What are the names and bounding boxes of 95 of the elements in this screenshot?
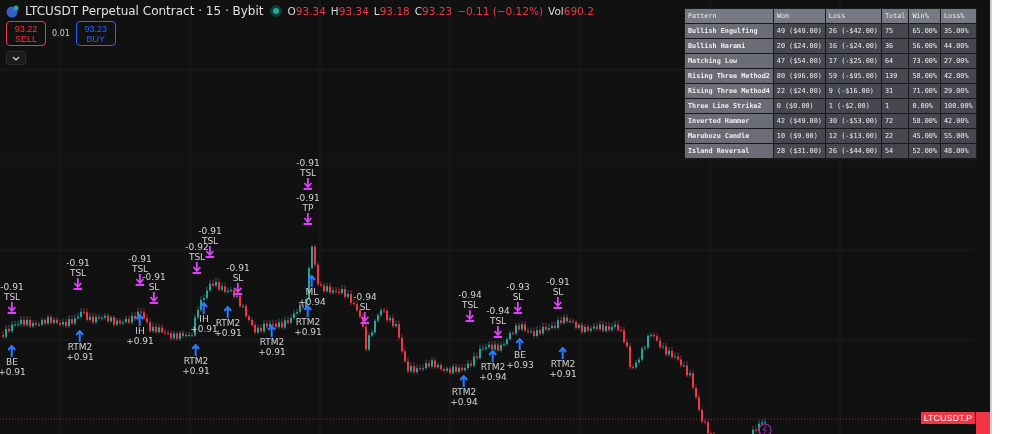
trade-exit-label: TSL [461,300,479,310]
exit-arrow-icon [303,213,313,225]
trade-entry-label: RTM2 [480,362,506,372]
trade-exit-label: TSL [69,268,87,278]
ohlc-key: C [414,5,423,17]
trade-exit-label: SL [232,273,244,283]
price-axis-marker [976,412,990,434]
trade-exit-label: TP [302,203,314,213]
sell-button[interactable]: 93.22 SELL [6,21,46,46]
trade-exit-label: SL [359,302,371,312]
exit-arrow-icon [233,283,243,295]
trade-exit-label: TSL [131,264,149,274]
trade-entry-label: +0.91 [0,367,26,377]
trade-entry-label: RTM2 [295,317,321,327]
trade-entry-label: RTM2 [259,337,285,347]
trade-exit-label: -0.94 [458,290,482,300]
exit-arrow-icon [192,262,202,274]
trade-entry-label: RTM2 [550,359,576,369]
trade-exit-label: -0.91 [296,158,320,168]
trade-entry-label: IH [135,326,145,336]
trade-exit-label: -0.93 [506,282,530,292]
trade-exit-label: -0.91 [546,277,570,287]
entry-arrow-icon [558,347,568,359]
trade-entry-label: +0.91 [294,327,322,337]
trade-exit-label: -0.91 [0,282,24,292]
trade-entry-label: +0.94 [479,372,507,382]
trade-exit-label: -0.91 [226,263,250,273]
trade-entry-label: +0.91 [549,369,577,379]
market-status-icon [269,5,282,17]
trade-entry-label: RTM2 [67,342,93,352]
lightning-alert-icon[interactable] [758,423,772,434]
trade-entry-label: +0.93 [506,360,534,370]
entry-arrow-icon [223,306,233,318]
ohlc-value: 93.34 [338,5,369,17]
exit-arrow-icon [465,310,475,322]
trade-entry-label: RTM2 [183,356,209,366]
trade-exit-label: TSL [299,168,317,178]
symbol-title: LTCUSDT Perpetual Contract · 15 · Bybit [25,4,264,18]
trade-exit-label: -0.91 [66,258,90,268]
ohlc-key: O [287,5,296,17]
chevron-down-icon [12,55,20,61]
trade-entry-label: +0.91 [258,347,286,357]
ohlc-key: L [373,5,380,17]
trade-exit-label: TSL [188,252,206,262]
spread-value: 0.01 [52,29,70,38]
trade-exit-label: SL [512,292,524,302]
entry-arrow-icon [267,325,277,337]
entry-arrow-icon [303,305,313,317]
buy-button[interactable]: 93.23 BUY [75,21,116,46]
trade-entry-label: +0.91 [126,336,154,346]
trade-exit-label: -0.91 [128,254,152,264]
exit-arrow-icon [360,312,370,324]
entry-arrow-icon [135,314,145,326]
ohlc-value: 93.18 [379,5,410,17]
ohlc-key: H [330,5,339,17]
entry-arrow-icon [199,302,209,314]
coin-logo-icon [6,4,19,18]
trade-exit-label: TSL [3,292,21,302]
entry-arrow-icon [191,344,201,356]
exit-arrow-icon [553,297,563,309]
entry-arrow-icon [459,375,469,387]
ohlc-value: 93.34 [295,5,326,17]
trade-exit-label: TSL [489,316,507,326]
exit-arrow-icon [7,302,17,314]
exit-arrow-icon [493,326,503,338]
trade-entry-label: +0.94 [450,397,478,407]
entry-arrow-icon [488,350,498,362]
volume-value: 690.2 [563,5,594,17]
trade-entry-label: BE [6,357,18,367]
trade-exit-label: SL [552,287,564,297]
trade-entry-label: RTM2 [451,387,477,397]
trade-exit-label: SL [148,282,160,292]
collapse-button[interactable] [6,51,26,65]
trade-entry-label: +0.91 [182,366,210,376]
exit-arrow-icon [73,278,83,290]
trade-exit-label: -0.91 [142,272,166,282]
trade-exit-label: -0.91 [296,193,320,203]
trade-entry-label: BE [514,350,526,360]
exit-arrow-icon [513,302,523,314]
volume-key: Vol [548,5,564,17]
exit-arrow-icon [303,178,313,190]
trade-entry-label: RTM2 [215,318,241,328]
entry-arrow-icon [307,275,317,287]
price-change: −0.11 (−0.12%) [457,5,544,17]
trade-exit-label: -0.94 [353,292,377,302]
ohlc-value: 93.23 [422,5,453,17]
exit-arrow-icon [149,292,159,304]
trade-exit-label: -0.91 [198,226,222,236]
trade-entry-label: +0.91 [66,352,94,362]
entry-arrow-icon [515,338,525,350]
entry-arrow-icon [7,345,17,357]
symbol-price-tag: LTCUSDT.P [920,412,975,424]
entry-arrow-icon [75,330,85,342]
trade-entry-label: IH [199,314,209,324]
trade-exit-label: -0.94 [486,306,510,316]
